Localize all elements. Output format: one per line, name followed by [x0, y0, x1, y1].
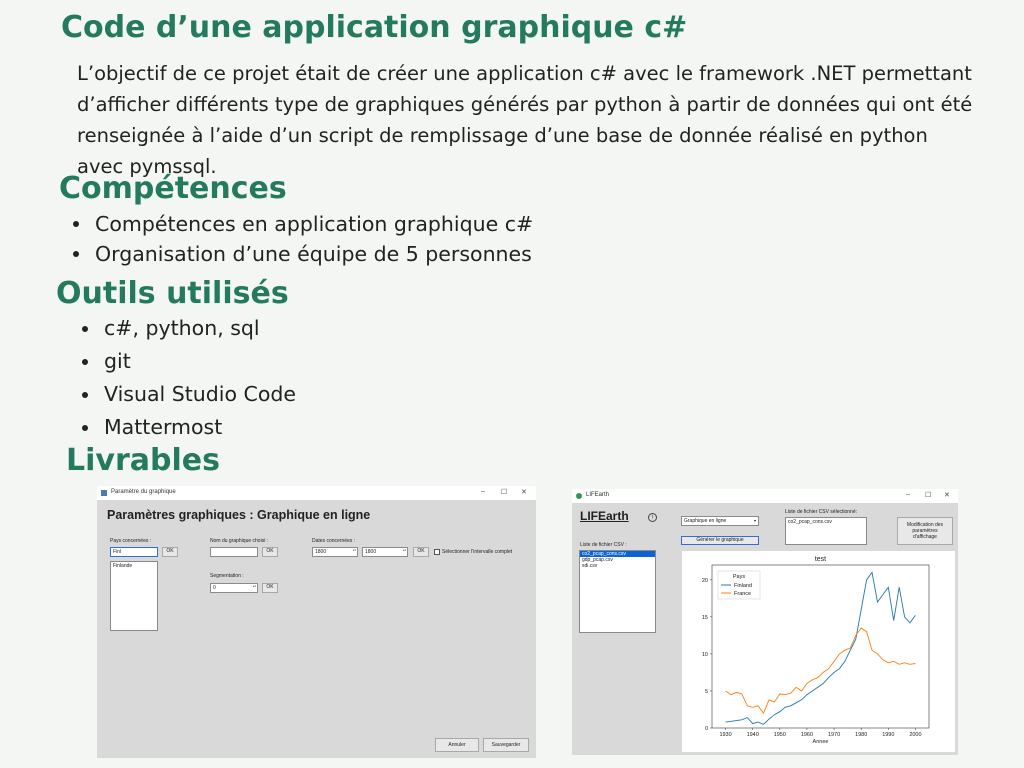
title-bar: LIFEarth – ☐ ✕	[572, 489, 958, 503]
list-item: co2_pcap_cons.csv	[788, 519, 832, 525]
pays-listbox[interactable]: Finlande	[110, 561, 158, 631]
annuler-button[interactable]: Annuler	[435, 738, 479, 752]
series-line-france	[725, 627, 916, 715]
x-tick-label: 1970	[828, 732, 840, 738]
y-tick-label: 15	[702, 615, 708, 621]
close-icon[interactable]: ✕	[944, 491, 950, 499]
x-tick-label: 1980	[855, 732, 867, 738]
segmentation-ok-button[interactable]: OK	[262, 583, 278, 593]
list-item: c#, python, sql	[82, 312, 296, 345]
info-icon[interactable]: i	[648, 513, 657, 522]
segmentation-spinner[interactable]: 0	[210, 583, 258, 593]
line-chart: test 1930 1940 1950 1960 1970 1980 1990 2000 0 5 10…	[682, 551, 955, 752]
competences-heading: Compétences	[59, 171, 287, 206]
dates-label: Dates concernées :	[312, 538, 356, 544]
full-range-checkbox[interactable]	[434, 549, 440, 555]
full-range-label: Sélectionner l'intervalle complet	[442, 549, 513, 555]
select-value: Graphique en ligne	[684, 518, 727, 524]
app-title: LIFEarth	[580, 509, 629, 523]
outils-list: c#, python, sql git Visual Studio Code M…	[82, 312, 296, 444]
y-tick-label: 20	[702, 578, 708, 584]
minimize-icon[interactable]: –	[906, 491, 910, 498]
app-icon	[576, 493, 582, 499]
chart-title: test	[815, 556, 826, 563]
screenshot-lifearth: LIFEarth – ☐ ✕ LIFEarth i Graphique en l…	[572, 489, 958, 755]
x-tick-label: 2000	[909, 732, 921, 738]
outils-heading: Outils utilisés	[56, 276, 289, 311]
y-tick-label: 5	[705, 689, 708, 695]
list-item: Visual Studio Code	[82, 378, 296, 411]
nom-ok-button[interactable]: OK	[262, 547, 278, 557]
x-tick-label: 1990	[882, 732, 894, 738]
window-title: Paramètre du graphique	[111, 489, 176, 495]
list-item: git	[82, 345, 296, 378]
x-axis-label: Annee	[813, 739, 829, 745]
x-tick-label: 1960	[801, 732, 813, 738]
competences-list: Compétences en application graphique c# …	[73, 209, 533, 269]
csv-listbox[interactable]: co2_pcap_cons.csv gdp_pcap.csv sdi.csv	[579, 550, 656, 633]
list-item: Organisation d’une équipe de 5 personnes	[73, 239, 533, 269]
nom-input[interactable]	[210, 547, 258, 557]
y-tick-label: 10	[702, 652, 708, 658]
window-title: LIFEarth	[586, 492, 610, 498]
selected-csv-box[interactable]: co2_pcap_cons.csv	[785, 517, 867, 545]
csv-list-label: Liste de fichier CSV :	[580, 542, 627, 548]
y-tick-label: 0	[705, 726, 708, 732]
maximize-icon[interactable]: ☐	[501, 488, 507, 496]
generate-button[interactable]: Générer le graphique	[681, 536, 759, 545]
segmentation-label: Segmentation :	[210, 573, 244, 579]
project-description: L’objectif de ce projet était de créer u…	[77, 62, 973, 178]
list-item: Compétences en application graphique c#	[73, 209, 533, 239]
pays-input[interactable]: Finl	[110, 547, 158, 557]
date-from-spinner[interactable]: 1800	[312, 547, 358, 557]
legend-label: Finland	[734, 583, 752, 589]
livrables-heading: Livrables	[66, 443, 220, 478]
pays-label: Pays concernées :	[110, 538, 152, 544]
legend-title: Pays	[733, 574, 745, 580]
close-icon[interactable]: ✕	[521, 488, 527, 496]
legend-label: France	[734, 591, 751, 597]
pays-ok-button[interactable]: OK	[162, 547, 178, 557]
list-item[interactable]: sdi.csv	[580, 563, 655, 569]
nom-label: Nom du graphique choisi :	[210, 538, 269, 544]
minimize-icon[interactable]: –	[481, 488, 485, 495]
list-item[interactable]: Finlande	[113, 563, 155, 569]
date-to-spinner[interactable]: 1800	[362, 547, 408, 557]
screenshot-parametres: Paramètre du graphique – ☐ ✕ Paramètres …	[97, 486, 536, 758]
maximize-icon[interactable]: ☐	[925, 491, 931, 499]
sauvegarder-button[interactable]: Sauvegarder	[483, 738, 529, 752]
chart-type-select[interactable]: Graphique en ligne ▾	[681, 516, 759, 526]
selected-csv-label: Liste de fichier CSV sélectionné:	[785, 509, 857, 515]
settings-button[interactable]: Modification des paramètres d'affichage	[897, 517, 953, 545]
x-tick-label: 1930	[719, 732, 731, 738]
app-icon	[101, 490, 107, 496]
dialog-heading: Paramètres graphiques : Graphique en lig…	[107, 508, 371, 522]
x-tick-label: 1940	[747, 732, 759, 738]
list-item: Mattermost	[82, 411, 296, 444]
chevron-down-icon: ▾	[753, 518, 756, 523]
page-title: Code d’une application graphique c#	[61, 10, 688, 45]
dates-ok-button[interactable]: OK	[413, 547, 429, 557]
x-tick-label: 1950	[774, 732, 786, 738]
title-bar: Paramètre du graphique – ☐ ✕	[97, 486, 536, 500]
